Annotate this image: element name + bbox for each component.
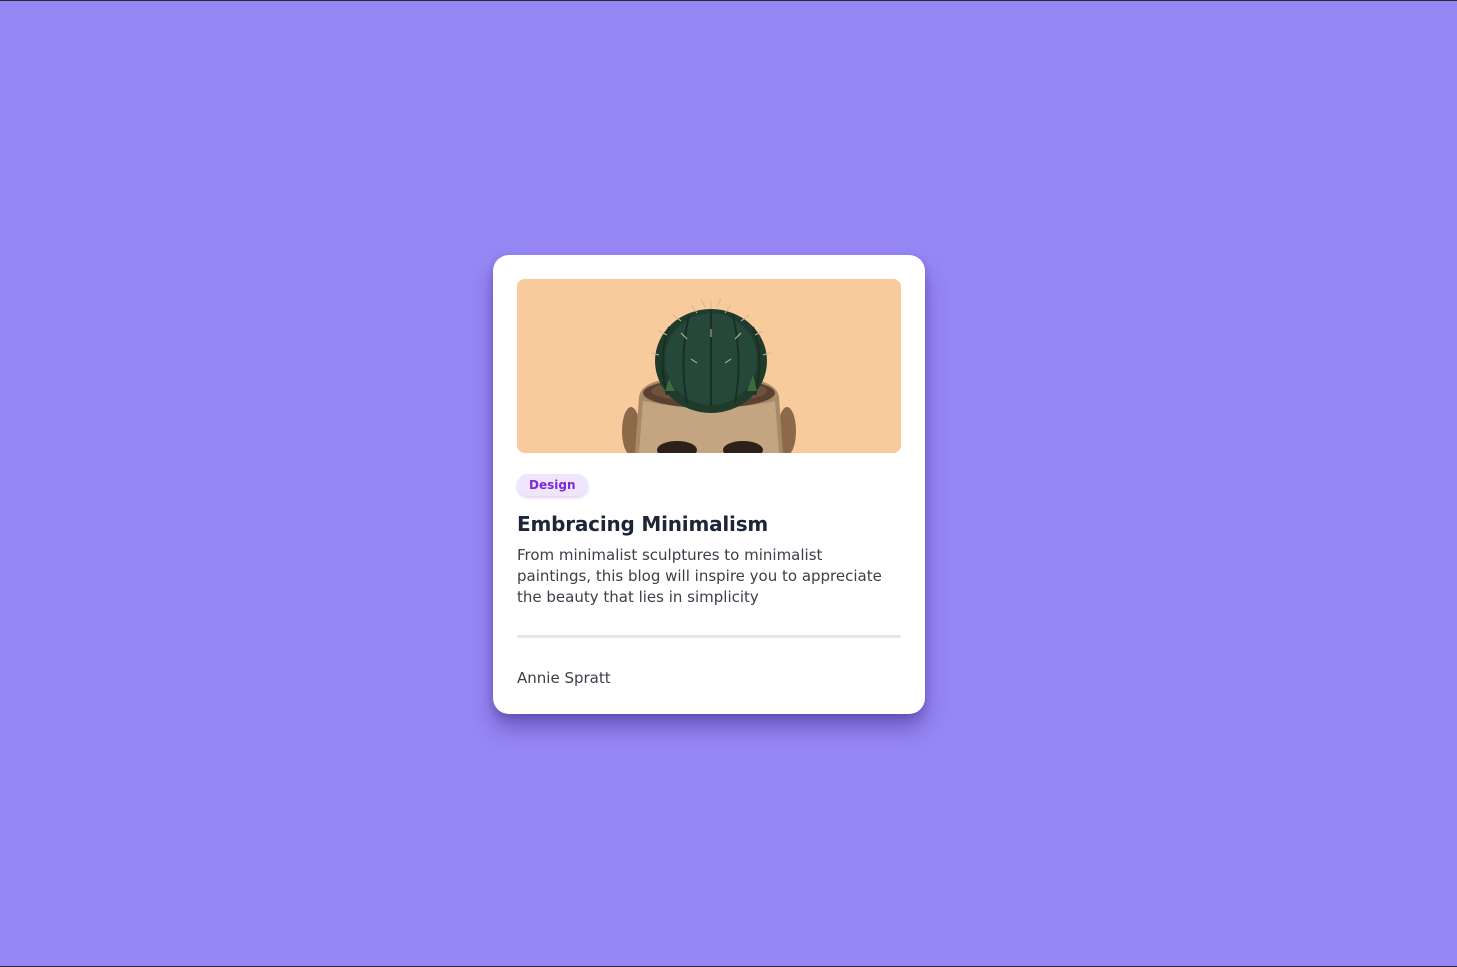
blog-card[interactable]: Design Embracing Minimalism From minimal… [493, 255, 925, 714]
author-name: Annie Spratt [517, 669, 611, 687]
divider [517, 635, 901, 638]
card-image [517, 279, 901, 453]
category-tag[interactable]: Design [517, 474, 588, 496]
card-title[interactable]: Embracing Minimalism [517, 510, 901, 538]
card-description: From minimalist sculptures to minimalist… [517, 546, 882, 606]
page-background: { "card": { "image": { "icon": "cactus-i… [0, 0, 1457, 967]
cactus-photo-icon [517, 279, 901, 453]
